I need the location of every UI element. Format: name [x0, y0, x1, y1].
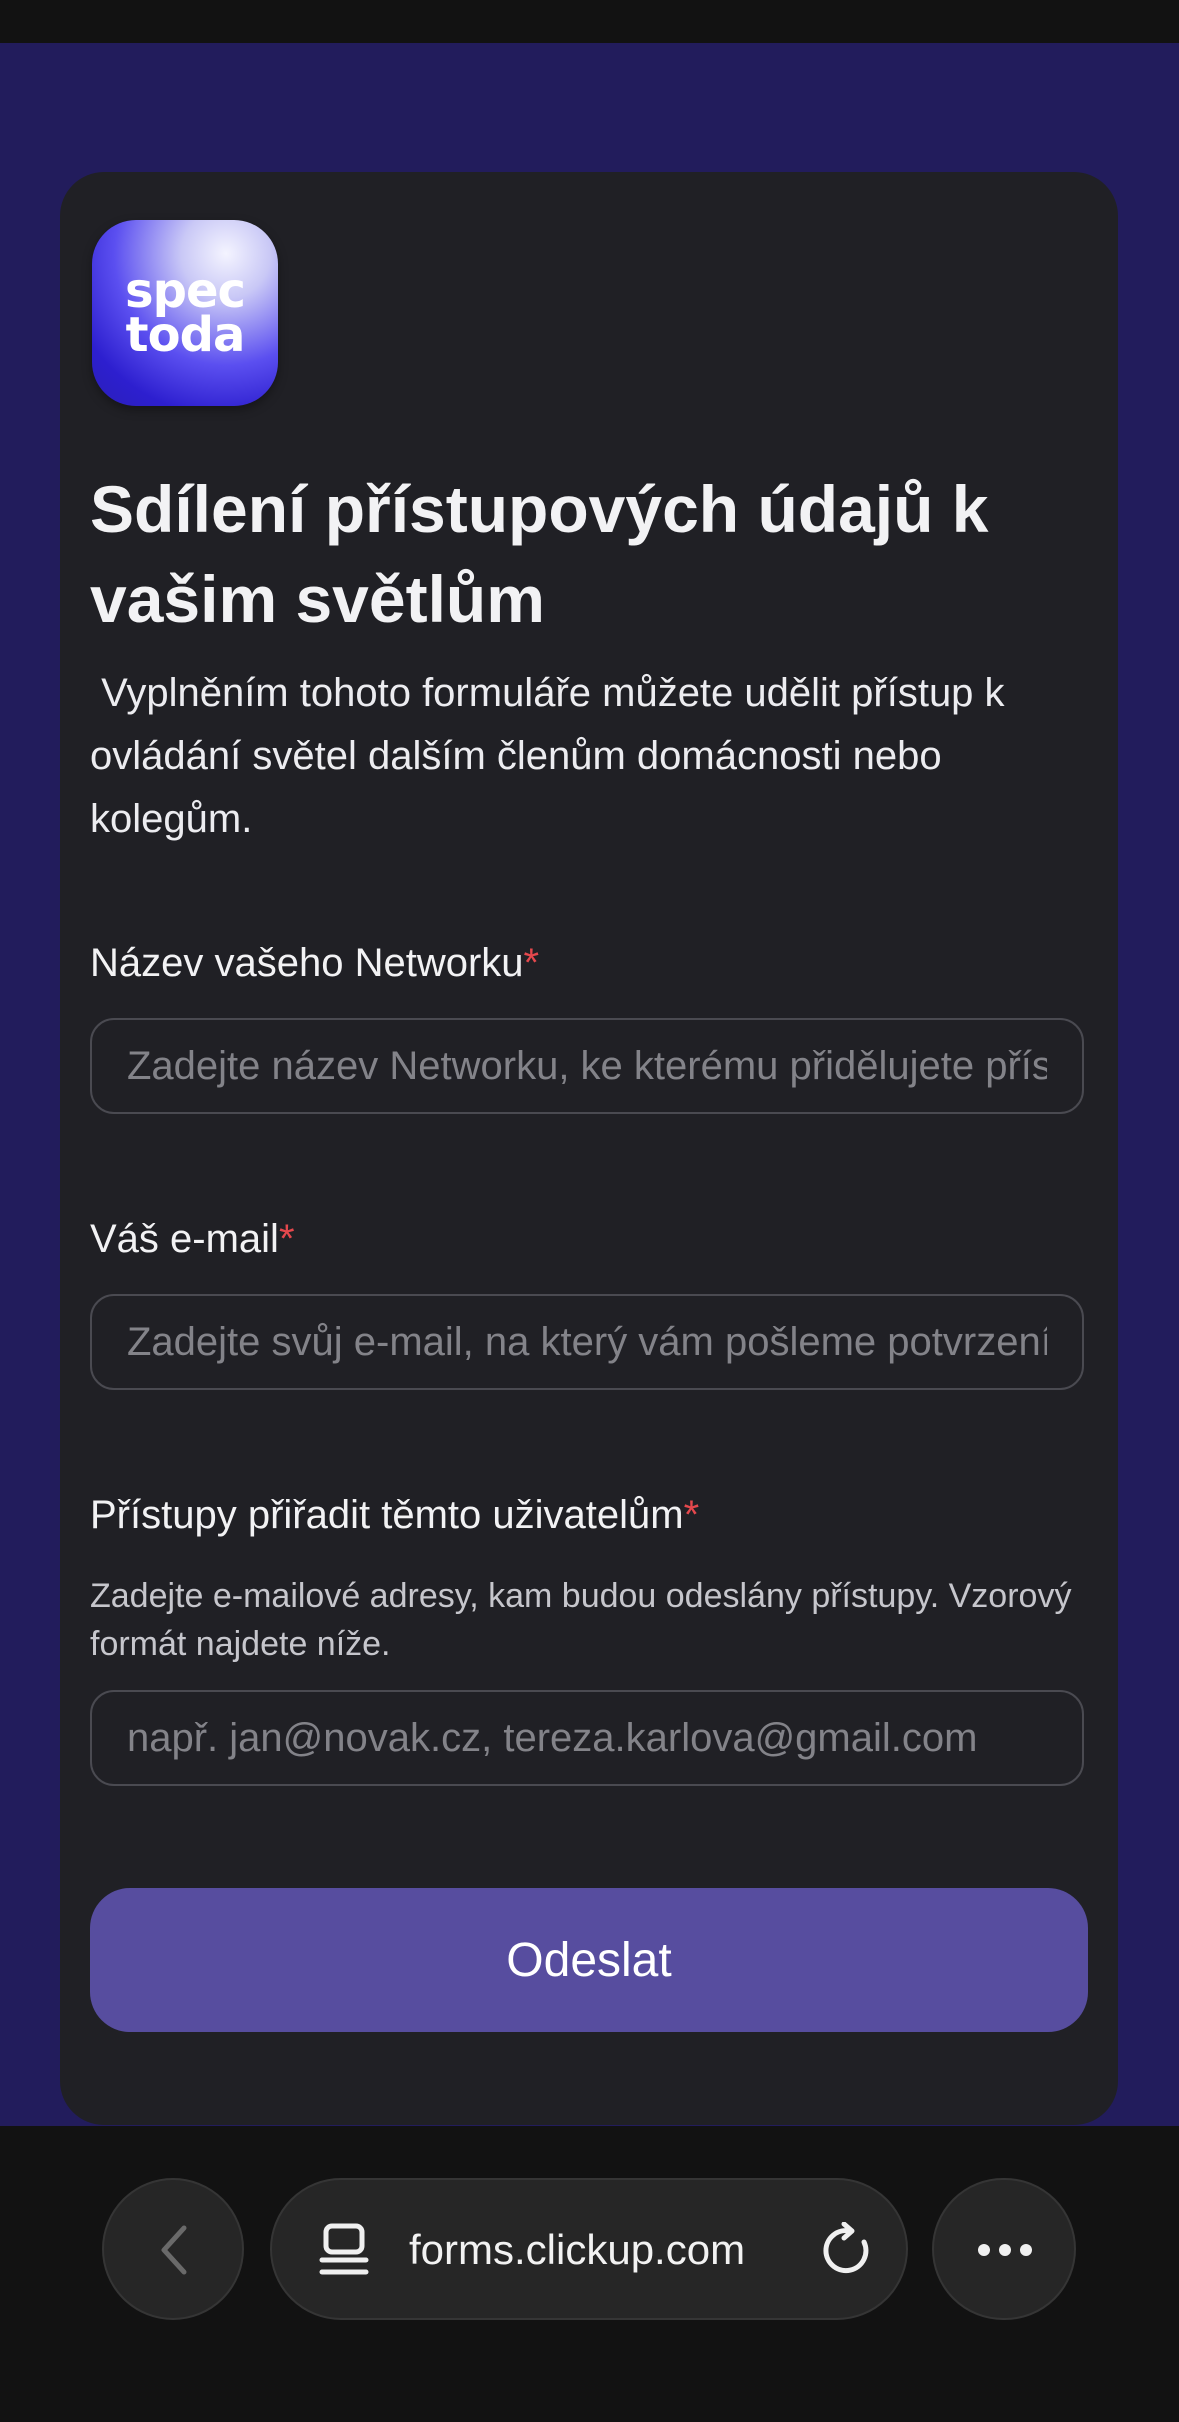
url-text: forms.clickup.com — [409, 2226, 746, 2273]
spectoda-logo: spec toda — [92, 220, 278, 406]
reload-icon[interactable] — [820, 2222, 876, 2280]
form-card: spec toda Sdílení přístupových údajů k v… — [60, 172, 1118, 2125]
recipients-help-text: Zadejte e-mailové adresy, kam budou odes… — [90, 1577, 1072, 1663]
form-description: Vyplněním tohoto formuláře můžete udělit… — [90, 671, 1016, 841]
status-bar-strip — [0, 0, 1179, 43]
page-background: spec toda Sdílení přístupových údajů k v… — [0, 43, 1179, 2126]
recipients-label: Přístupy přiřadit těmto uživatelům* — [90, 1490, 699, 1540]
recipients-label-text: Přístupy přiřadit těmto uživatelům — [90, 1493, 684, 1537]
recipients-input[interactable] — [90, 1690, 1084, 1786]
form-title: Sdílení přístupových údajů k vašim světl… — [90, 472, 989, 636]
email-label-text: Váš e-mail — [90, 1217, 279, 1261]
logo-line-2: toda — [125, 307, 246, 363]
required-mark: * — [523, 941, 540, 985]
chevron-left-icon — [161, 2225, 187, 2275]
email-input[interactable] — [90, 1294, 1084, 1390]
submit-button[interactable]: Odeslat — [90, 1888, 1088, 2032]
address-bar[interactable]: forms.clickup.com — [270, 2178, 908, 2320]
network-label: Název vašeho Networku* — [90, 938, 539, 988]
network-name-input[interactable] — [90, 1018, 1084, 1114]
back-button[interactable] — [102, 2178, 244, 2320]
more-icon — [978, 2244, 1032, 2256]
browser-toolbar: forms.clickup.com — [0, 2126, 1179, 2422]
required-mark: * — [278, 1217, 295, 1261]
email-label: Váš e-mail* — [90, 1214, 295, 1264]
network-label-text: Název vašeho Networku — [90, 941, 524, 985]
required-mark: * — [683, 1493, 700, 1537]
more-button[interactable] — [932, 2178, 1076, 2320]
tabs-icon — [319, 2223, 369, 2275]
